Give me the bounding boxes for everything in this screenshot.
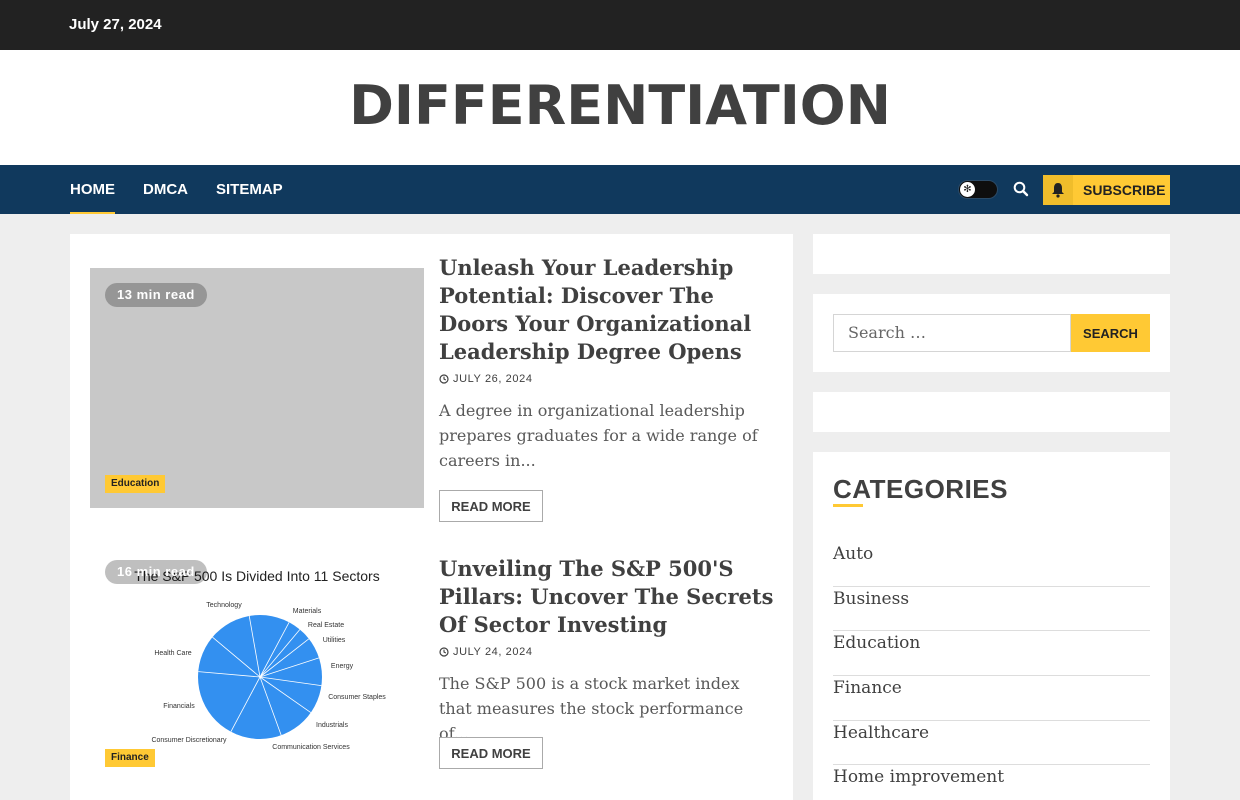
sector-label: Health Care — [154, 650, 191, 657]
sector-label: Materials — [293, 608, 322, 615]
clock-icon — [439, 374, 449, 384]
sidebar-search-widget: Search … SEARCH — [813, 294, 1170, 372]
sidebar-categories-widget: CATEGORIES Auto Business Education Finan… — [813, 452, 1170, 800]
sector-label: Energy — [331, 663, 354, 670]
post-date-text: JULY 26, 2024 — [453, 373, 533, 385]
category-list: Auto Business Education Finance Healthca… — [833, 542, 1150, 800]
sector-label: Consumer Discretionary — [151, 737, 227, 744]
post-excerpt: A degree in organizational leadership pr… — [439, 401, 758, 470]
bell-icon — [1043, 175, 1073, 205]
sector-label: Real Estate — [308, 622, 344, 629]
categories-heading: CATEGORIES — [833, 474, 1008, 504]
sidebar-widget-empty — [813, 392, 1170, 432]
category-tag[interactable]: Education — [105, 475, 166, 493]
sector-label: Communication Services — [272, 744, 350, 751]
category-link[interactable]: Finance — [833, 676, 1150, 721]
search-button[interactable]: SEARCH — [1071, 314, 1150, 352]
post-date: JULY 26, 2024 — [439, 373, 533, 385]
nav-item-dmca[interactable]: DMCA — [143, 181, 188, 198]
category-link[interactable]: Education — [833, 631, 1150, 677]
sector-label: Consumer Staples — [328, 694, 386, 701]
top-bar: July 27, 2024 — [0, 0, 1240, 50]
read-time-badge: 13 min read — [105, 283, 207, 307]
clock-icon — [439, 647, 449, 657]
post-date: JULY 24, 2024 — [439, 646, 533, 658]
category-tag[interactable]: Finance — [105, 749, 155, 767]
dark-mode-toggle[interactable]: ✻ — [958, 180, 998, 199]
sector-label: Industrials — [316, 722, 348, 729]
read-more-button[interactable]: READ MORE — [439, 737, 543, 769]
category-link[interactable]: Home improvement — [833, 765, 1150, 800]
search-icon[interactable] — [1012, 180, 1030, 198]
subscribe-label: SUBSCRIBE — [1083, 182, 1166, 198]
post-thumbnail[interactable]: 13 min read Education — [90, 268, 424, 508]
post-excerpt: The S&P 500 is a stock market index that… — [439, 674, 744, 743]
post-title[interactable]: Unleash Your Leadership Potential: Disco… — [439, 254, 784, 366]
sidebar-widget-empty — [813, 234, 1170, 274]
read-time-badge: 16 min read — [105, 560, 207, 584]
category-link[interactable]: Healthcare — [833, 721, 1150, 766]
sector-label: Utilities — [323, 637, 346, 644]
post-thumbnail[interactable]: The S&P 500 Is Divided Into 11 Sectors T… — [90, 545, 424, 785]
subscribe-button[interactable]: SUBSCRIBE — [1043, 175, 1170, 205]
read-more-button[interactable]: READ MORE — [439, 490, 543, 522]
pie-graphic: Technology Materials Real Estate Utilities E… — [151, 602, 386, 751]
site-title[interactable]: DIFFERENTIATION — [0, 74, 1240, 137]
sector-label: Financials — [163, 703, 195, 710]
masthead: DIFFERENTIATION — [0, 50, 1240, 165]
current-date: July 27, 2024 — [69, 16, 162, 33]
post-date-text: JULY 24, 2024 — [453, 646, 533, 658]
category-link[interactable]: Auto — [833, 542, 1150, 587]
heading-underline — [833, 504, 863, 507]
nav-item-home[interactable]: HOME — [70, 181, 115, 214]
sector-label: Technology — [206, 602, 242, 609]
post-title[interactable]: Unveiling The S&P 500'S Pillars: Uncover… — [439, 555, 784, 639]
sun-icon: ✻ — [960, 182, 975, 197]
nav-item-sitemap[interactable]: SITEMAP — [216, 181, 283, 198]
category-link[interactable]: Business — [833, 587, 1150, 632]
search-input[interactable]: Search … — [833, 314, 1071, 352]
